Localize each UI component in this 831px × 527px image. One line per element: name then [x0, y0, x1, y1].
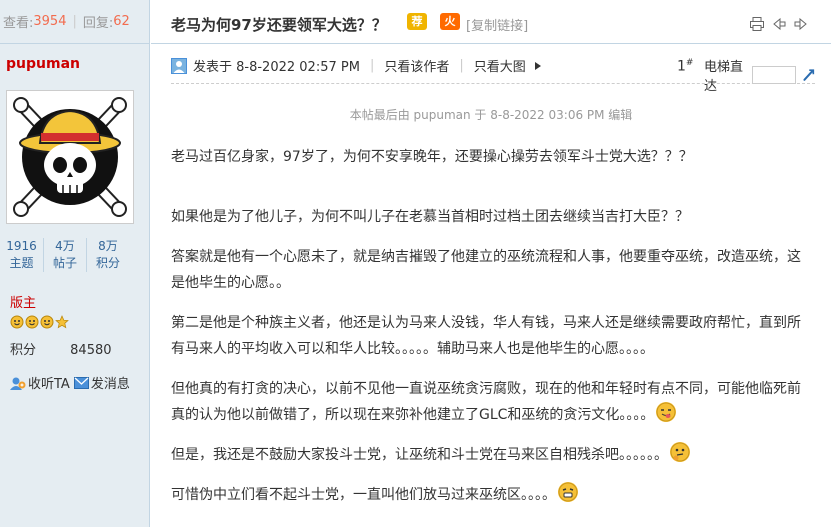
- post-area: 老马为何97岁还要领军大选？？ 荐 火 [复制链接] 发表于 8-8-2022 …: [151, 0, 831, 527]
- elevator-input[interactable]: [752, 66, 797, 84]
- views-label: 查看:: [3, 16, 34, 31]
- thread-tools: [749, 16, 809, 32]
- author-sidebar: 查看: 3954 | 回复: 62 pupuman 1916 主题 4万 帖子 …: [0, 0, 150, 527]
- message-button[interactable]: 发消息: [73, 373, 130, 392]
- tongue-emoji-icon: [656, 402, 677, 422]
- posted-time: 发表于 8-8-2022 02:57 PM: [193, 60, 360, 75]
- online-status-icon: [171, 57, 187, 74]
- post-paragraph: 第二是他是个种族主义者，他还是认为马来人没钱，华人有钱，马来人还是继续需要政府帮…: [171, 315, 801, 357]
- author-points: 积分 84580: [10, 339, 112, 358]
- next-thread-icon[interactable]: [793, 16, 809, 32]
- floor-value: 1: [677, 58, 686, 75]
- stat-threads-value: 1916: [6, 239, 37, 253]
- skull-avatar-icon: [13, 97, 127, 217]
- post-meta-bar: 发表于 8-8-2022 02:57 PM | 只看该作者 | 只看大图 1# …: [171, 44, 815, 94]
- points-label: 积分: [10, 343, 37, 358]
- author-name[interactable]: pupuman: [6, 56, 80, 72]
- replies-label: 回复:: [82, 16, 114, 31]
- envelope-icon: [73, 376, 89, 389]
- post-paragraph: 但他真的有打贪的决心，以前不见他一直说巫统贪污腐败，现在的他和年轻时有点不同，可…: [171, 376, 801, 428]
- elevator: 电梯直达: [704, 56, 815, 94]
- thread-title: 老马为何97岁还要领军大选？？: [171, 16, 387, 34]
- post-paragraph: 答案就是他有一个心愿未了，就是纳吉摧毁了他建立的巫统流程和人事，他要重夺巫统，改…: [171, 249, 801, 291]
- post-paragraph: 可惜伪中立们看不起斗士党，一直叫他们放马过来巫统区。。。。: [171, 482, 801, 508]
- elevator-label: 电梯直达: [704, 60, 744, 94]
- edit-note: 本帖最后由 pupuman 于 8-8-2022 03:06 PM 编辑: [349, 108, 633, 122]
- stat-credits[interactable]: 8万 积分: [86, 238, 129, 272]
- large-image-link[interactable]: 只看大图: [474, 56, 526, 75]
- stats-divider: |: [72, 14, 77, 29]
- sweat-emoji-icon: [558, 482, 578, 502]
- recommend-badge: 荐: [407, 13, 427, 30]
- meta-divider: |: [369, 58, 375, 73]
- message-label: 发消息: [90, 377, 130, 392]
- post-meta: 发表于 8-8-2022 02:57 PM | 只看该作者 | 只看大图: [171, 56, 542, 75]
- stat-threads-label: 主题: [9, 256, 34, 270]
- floor-mark: #: [685, 58, 694, 68]
- sun-icon: [25, 315, 39, 329]
- sun-icon: [10, 315, 24, 329]
- replies-count: 62: [113, 14, 130, 29]
- print-icon[interactable]: [749, 16, 765, 32]
- follow-icon: [10, 377, 26, 390]
- post-text: 但他真的有打贪的决心，以前不见他一直说巫统贪污腐败，现在的他和年轻时有点不同，可…: [171, 381, 801, 423]
- author-rank[interactable]: 版主: [10, 292, 36, 311]
- stat-threads[interactable]: 1916 主题: [0, 238, 43, 272]
- jump-icon[interactable]: [802, 67, 815, 83]
- post-text: 但是，我还是不鼓励大家投斗士党，让巫统和斗士党在马来区自相残杀吧。。。。。。: [171, 447, 668, 463]
- rank-stars: [10, 315, 69, 329]
- triangle-right-icon[interactable]: [534, 61, 542, 71]
- thread-stats: 查看: 3954 | 回复: 62: [0, 0, 149, 44]
- stat-posts-label: 帖子: [52, 256, 77, 270]
- points-value: 84580: [70, 343, 112, 358]
- post-paragraph: 老马过百亿身家，97岁了，为何不安享晚年，还要操心操劳去领军斗士党大选？？？: [171, 149, 693, 165]
- listen-label: 收听TA: [28, 377, 70, 392]
- author-actions: 收听TA 发消息: [10, 373, 130, 392]
- views-count: 3954: [33, 14, 67, 29]
- meta-divider: |: [459, 58, 464, 73]
- stat-credits-label: 积分: [95, 256, 120, 270]
- stat-posts[interactable]: 4万 帖子: [43, 238, 86, 272]
- thinking-emoji-icon: [670, 442, 690, 462]
- stat-credits-value: 8万: [98, 239, 118, 253]
- title-bar: 老马为何97岁还要领军大选？？ 荐 火 [复制链接]: [151, 0, 831, 44]
- only-author-link[interactable]: 只看该作者: [384, 56, 449, 75]
- avatar[interactable]: [6, 90, 134, 224]
- listen-button[interactable]: 收听TA: [10, 373, 70, 392]
- stat-posts-value: 4万: [55, 239, 75, 253]
- post-content: 老马过百亿身家，97岁了，为何不安享晚年，还要操心操劳去领军斗士党大选？？？ 如…: [171, 144, 801, 508]
- post-paragraph: 但是，我还是不鼓励大家投斗士党，让巫统和斗士党在马来区自相残杀吧。。。。。。: [171, 442, 801, 468]
- star-icon: [55, 315, 69, 329]
- floor-number[interactable]: 1#: [677, 58, 693, 75]
- sun-icon: [40, 315, 54, 329]
- hot-badge: 火: [440, 13, 460, 30]
- post-paragraph: 如果他是为了他儿子，为何不叫儿子在老慕当首相时过档土团去继续当吉打大臣？？: [171, 209, 689, 225]
- author-stats: 1916 主题 4万 帖子 8万 积分: [0, 238, 150, 272]
- copy-link-button[interactable]: [复制链接]: [466, 15, 528, 34]
- post-text: 可惜伪中立们看不起斗士党，一直叫他们放马过来巫统区。。。。: [171, 487, 556, 503]
- prev-thread-icon[interactable]: [771, 16, 787, 32]
